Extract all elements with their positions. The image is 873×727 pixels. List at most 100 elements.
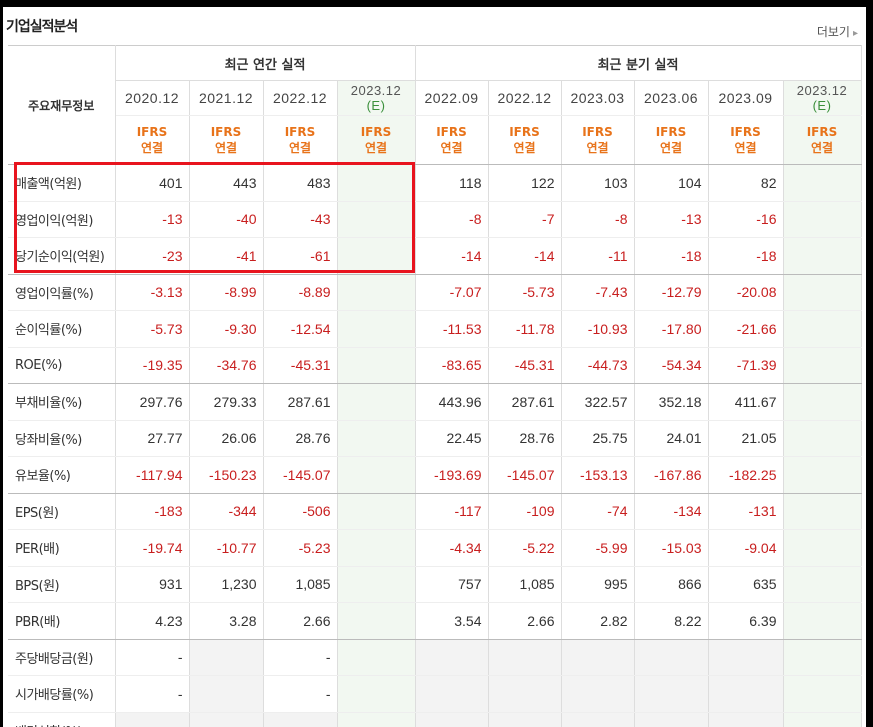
consolidated-label: 연결 xyxy=(586,141,609,155)
row-label: 시가배당률(%) xyxy=(8,675,116,713)
period-label: 2022.09 xyxy=(424,90,479,106)
value-cell xyxy=(263,712,338,727)
value-cell: 635 xyxy=(708,566,784,603)
period-header: 2023.06 xyxy=(634,80,709,116)
value-cell: -5.23 xyxy=(263,529,338,567)
value-cell: -11 xyxy=(561,237,635,275)
period-label: 2022.12 xyxy=(272,90,328,106)
period-header: 2022.12 xyxy=(263,80,338,116)
value-cell xyxy=(783,237,862,275)
ifrs-badge: IFRS 연결 xyxy=(263,115,338,165)
value-cell: 2.66 xyxy=(488,602,562,640)
ifrs-badge: IFRS 연결 xyxy=(115,115,190,165)
value-cell: 757 xyxy=(414,566,489,603)
period-header: 2023.09 xyxy=(708,80,784,116)
value-cell: 118 xyxy=(414,164,489,202)
value-cell: 995 xyxy=(561,566,635,603)
value-cell: 1,085 xyxy=(263,566,338,603)
value-cell xyxy=(337,675,416,713)
period-label: 2020.12 xyxy=(124,90,180,106)
table-row: 주당배당금(원) - - xyxy=(8,639,862,676)
value-cell xyxy=(337,347,416,384)
value-cell: 28.76 xyxy=(263,420,338,457)
row-label: 영업이익률(%) xyxy=(8,274,116,311)
period-label: 2022.12 xyxy=(497,90,552,106)
value-cell xyxy=(115,712,190,727)
value-cell: -5.73 xyxy=(488,274,562,311)
value-cell: -20.08 xyxy=(708,274,784,311)
ifrs-label: IFRS xyxy=(136,125,168,139)
row-label: EPS(원) xyxy=(8,493,116,530)
period-header: 2023.03 xyxy=(561,80,635,116)
ifrs-badge: IFRS 연결 xyxy=(337,115,416,165)
value-cell xyxy=(783,456,862,494)
period-header: 2022.12 xyxy=(488,80,562,116)
consolidated-label: 연결 xyxy=(810,141,834,155)
value-cell xyxy=(708,712,784,727)
value-cell: -19.74 xyxy=(115,529,190,567)
value-cell: 6.39 xyxy=(708,602,784,640)
period-label: 2023.06 xyxy=(643,90,699,106)
value-cell: -18 xyxy=(634,237,709,275)
value-cell: 2.82 xyxy=(561,602,635,640)
value-cell xyxy=(561,639,635,676)
table-row: 배당성향(%) xyxy=(8,712,862,727)
value-cell: -5.99 xyxy=(561,529,635,567)
period-header: 2023.12 (E) xyxy=(337,80,416,116)
value-cell xyxy=(488,712,562,727)
table-row: EPS(원) -183 -344 -506 -117 -109 -74 -134 -131 xyxy=(8,493,862,530)
value-cell: -8.89 xyxy=(263,274,338,311)
value-cell xyxy=(634,639,709,676)
value-cell: 866 xyxy=(634,566,709,603)
value-cell xyxy=(708,675,784,713)
value-cell: -14 xyxy=(414,237,489,275)
value-cell: -134 xyxy=(634,493,709,530)
value-cell xyxy=(634,712,709,727)
value-cell xyxy=(337,274,416,311)
value-cell: -19.35 xyxy=(115,347,190,384)
value-cell: -131 xyxy=(708,493,784,530)
consolidated-label: 연결 xyxy=(288,141,312,155)
value-cell: -150.23 xyxy=(189,456,264,494)
value-cell: 931 xyxy=(115,566,190,603)
row-label: PBR(배) xyxy=(8,602,116,640)
annual-group-header: 최근 연간 실적 xyxy=(115,45,416,81)
row-label: 순이익률(%) xyxy=(8,310,116,348)
value-cell xyxy=(783,529,862,567)
value-cell xyxy=(783,274,862,311)
value-cell xyxy=(708,639,784,676)
value-cell: -4.34 xyxy=(414,529,489,567)
value-cell: -506 xyxy=(263,493,338,530)
consolidated-label: 연결 xyxy=(734,141,757,155)
value-cell: -17.80 xyxy=(634,310,709,348)
value-cell: -193.69 xyxy=(414,456,489,494)
table-row: 당좌비율(%) 27.77 26.06 28.76 22.45 28.76 25.75 24.… xyxy=(8,420,862,457)
period-label: 2023.12 xyxy=(350,83,402,98)
value-cell: -12.54 xyxy=(263,310,338,348)
estimate-mark: (E) xyxy=(812,98,832,113)
value-cell: -13 xyxy=(634,201,709,238)
value-cell: -83.65 xyxy=(414,347,489,384)
value-cell: -5.22 xyxy=(488,529,562,567)
value-cell: -3.13 xyxy=(115,274,190,311)
period-label: 2021.12 xyxy=(198,90,254,106)
value-cell: -21.66 xyxy=(708,310,784,348)
value-cell: 104 xyxy=(634,164,709,202)
ifrs-label: IFRS xyxy=(436,125,467,139)
more-link[interactable]: 더보기 ▸ xyxy=(817,23,858,40)
consolidated-label: 연결 xyxy=(140,141,164,155)
ifrs-badge: IFRS 연결 xyxy=(189,115,264,165)
value-cell: -44.73 xyxy=(561,347,635,384)
value-cell: 22.45 xyxy=(414,420,489,457)
ifrs-badge: IFRS 연결 xyxy=(488,115,562,165)
value-cell: 443.96 xyxy=(414,383,489,421)
consolidated-label: 연결 xyxy=(214,141,238,155)
value-cell xyxy=(337,383,416,421)
value-cell xyxy=(783,383,862,421)
value-cell: -7.07 xyxy=(414,274,489,311)
value-cell xyxy=(337,456,416,494)
value-cell xyxy=(189,675,264,713)
value-cell: -10.93 xyxy=(561,310,635,348)
value-cell xyxy=(337,602,416,640)
value-cell: 3.28 xyxy=(189,602,264,640)
